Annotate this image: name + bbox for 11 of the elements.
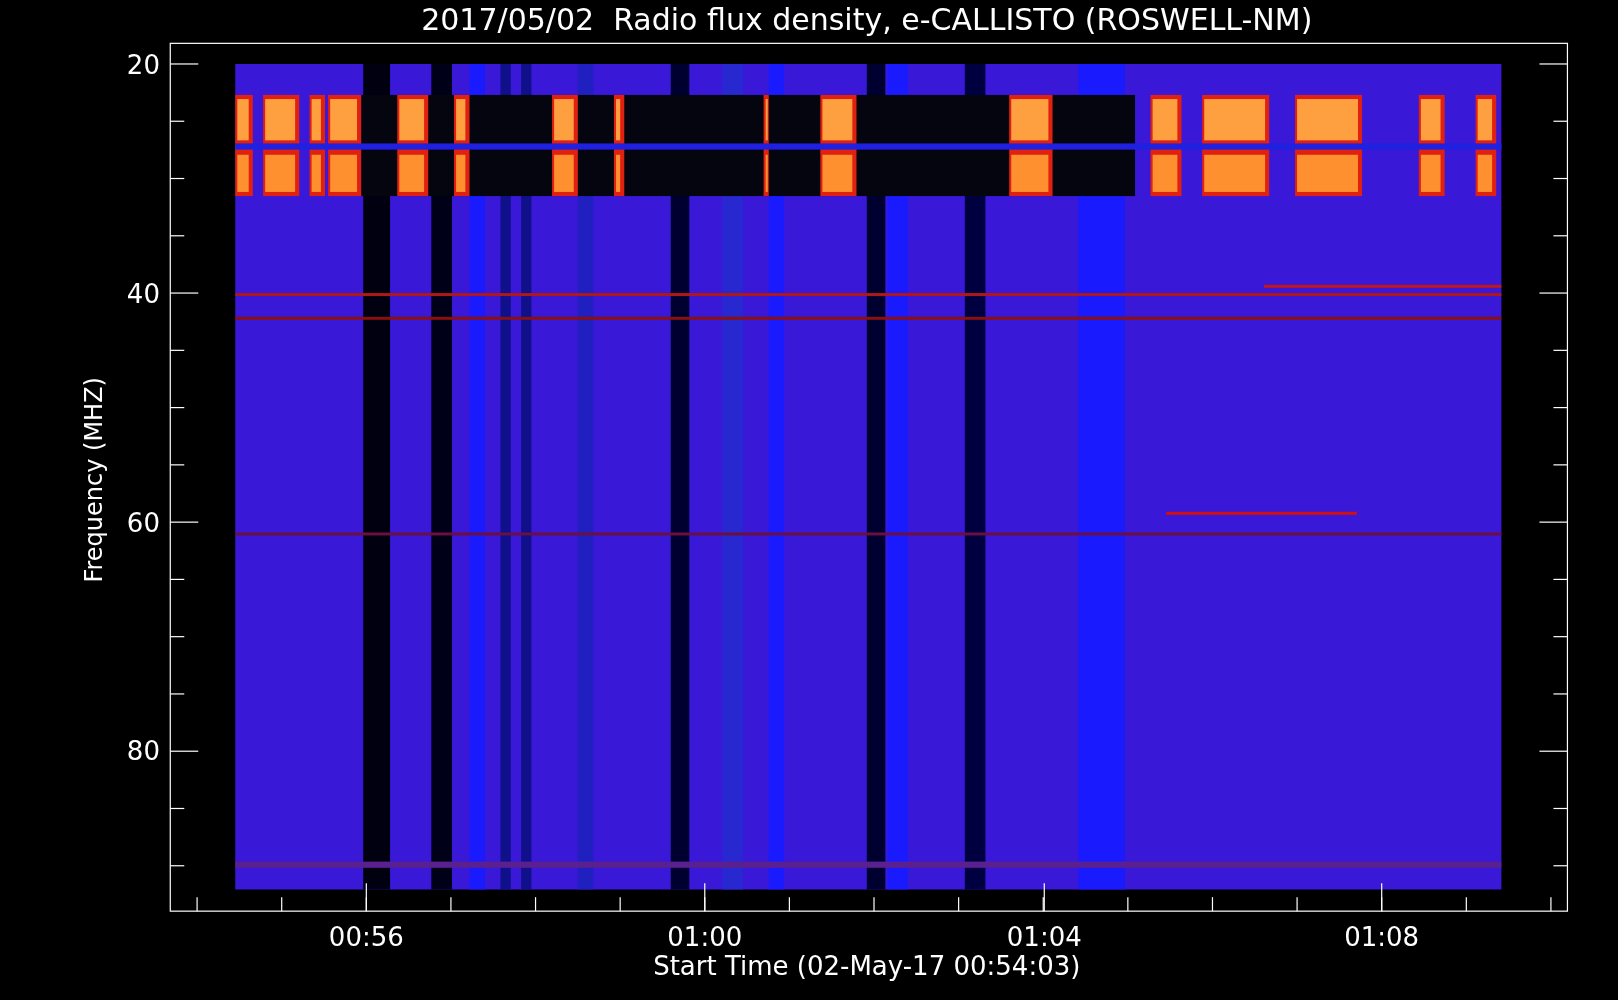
y-tick-label: 20	[126, 50, 160, 80]
x-tick-label: 01:00	[667, 922, 743, 953]
y-tick-label: 80	[126, 736, 160, 767]
x-tick-label: 01:08	[1344, 922, 1420, 953]
plot-title: 2017/05/02 Radio flux density, e-CALLISTO (ROSWELL-NM)	[421, 1, 1313, 37]
x-tick-label: 00:56	[328, 922, 404, 953]
x-tick-label: 01:04	[1006, 922, 1082, 953]
y-tick-label: 40	[126, 279, 160, 310]
y-tick-label: 60	[126, 508, 160, 539]
y-axis-label: Frequency (MHZ)	[80, 377, 109, 583]
x-axis-label: Start Time (02-May-17 00:54:03)	[653, 951, 1081, 982]
